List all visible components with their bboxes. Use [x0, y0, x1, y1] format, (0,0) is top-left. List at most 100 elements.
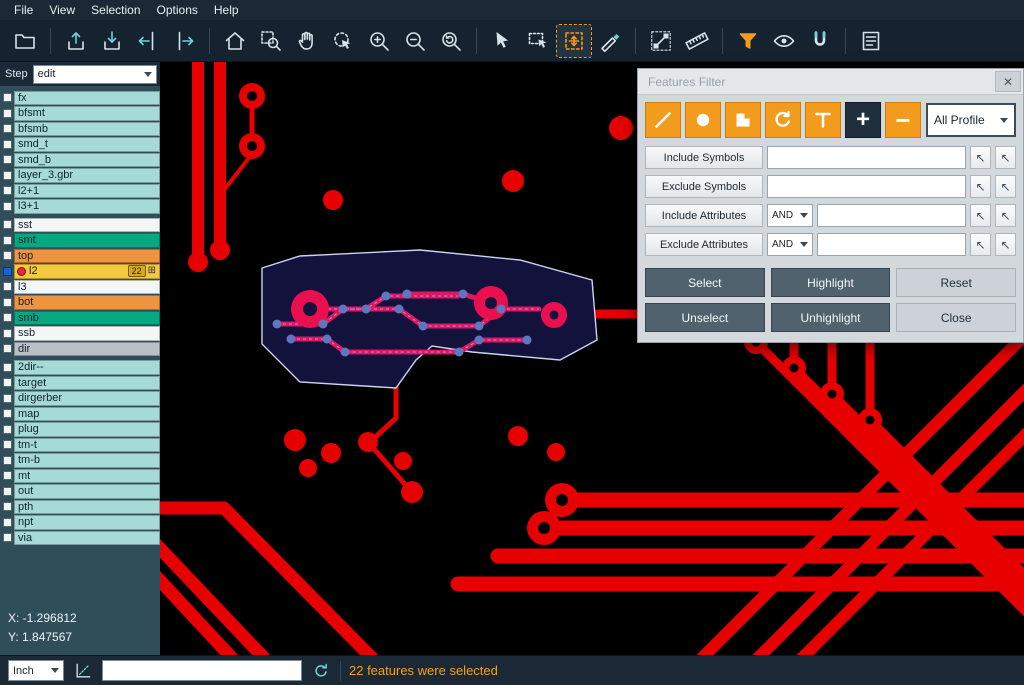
layer-row-tm-b[interactable]: tm-b	[0, 453, 160, 469]
layer-row-npt[interactable]: npt	[0, 515, 160, 531]
layer-checkbox[interactable]	[3, 409, 12, 418]
layer-band[interactable]: l3+1	[14, 199, 160, 214]
unhighlight-button[interactable]: Unhighlight	[771, 303, 891, 332]
menu-help[interactable]: Help	[206, 1, 247, 19]
layer-checkbox[interactable]	[3, 124, 12, 133]
include-symbols-input[interactable]	[767, 146, 966, 169]
layer-row-map[interactable]: map	[0, 406, 160, 422]
layer-band[interactable]: bot	[14, 295, 160, 310]
text-tool-button[interactable]	[805, 102, 841, 138]
layer-row-bfsmb[interactable]: bfsmb	[0, 121, 160, 137]
layer-checkbox[interactable]	[3, 251, 12, 260]
layer-band[interactable]: smd_b	[14, 153, 160, 168]
layer-row-via[interactable]: via	[0, 530, 160, 546]
export-right-icon[interactable]	[167, 25, 201, 57]
zoom-in-icon[interactable]	[362, 25, 396, 57]
export-up-icon[interactable]	[59, 25, 93, 57]
unit-dropdown[interactable]: Inch	[8, 660, 64, 681]
layer-row-top[interactable]: top	[0, 248, 160, 264]
layer-checkbox[interactable]	[3, 171, 12, 180]
layer-checkbox[interactable]	[3, 313, 12, 322]
layer-band[interactable]: out	[14, 484, 160, 499]
lasso-select-icon[interactable]	[326, 25, 360, 57]
layer-checkbox[interactable]	[3, 220, 12, 229]
include-symbols-label-button[interactable]: Include Symbols	[645, 146, 763, 169]
layer-row-l2[interactable]: l222⊞	[0, 264, 160, 280]
import-left-icon[interactable]	[131, 25, 165, 57]
exclude-attributes-and-dropdown[interactable]: AND	[767, 233, 813, 256]
layer-row-out[interactable]: out	[0, 484, 160, 500]
layer-band[interactable]: dir	[14, 342, 160, 357]
exclude-attributes-input[interactable]	[817, 233, 966, 256]
surface-tool-button[interactable]	[725, 102, 761, 138]
layer-row-2dir--[interactable]: 2dir--	[0, 360, 160, 376]
report-icon[interactable]	[854, 25, 888, 57]
layer-row-l2+1[interactable]: l2+1	[0, 183, 160, 199]
layer-checkbox[interactable]	[3, 344, 12, 353]
remove-filter-button[interactable]: −	[885, 102, 921, 138]
pick-multi-arrow-button[interactable]: ↖	[995, 146, 1016, 169]
menu-file[interactable]: File	[6, 1, 41, 19]
layer-row-mt[interactable]: mt	[0, 468, 160, 484]
include-attributes-label-button[interactable]: Include Attributes	[645, 204, 763, 227]
layer-checkbox[interactable]	[3, 502, 12, 511]
layer-band[interactable]: l222⊞	[14, 264, 160, 279]
import-down-icon[interactable]	[95, 25, 129, 57]
layer-checkbox[interactable]	[3, 456, 12, 465]
menu-options[interactable]: Options	[149, 1, 206, 19]
menu-selection[interactable]: Selection	[83, 1, 148, 19]
layer-row-smd_t[interactable]: smd_t	[0, 137, 160, 153]
pick-single-arrow-button[interactable]: ↖	[970, 175, 991, 198]
home-icon[interactable]	[218, 25, 252, 57]
pick-multi-arrow-button[interactable]: ↖	[995, 204, 1016, 227]
layer-row-ssb[interactable]: ssb	[0, 326, 160, 342]
layer-checkbox[interactable]	[3, 394, 12, 403]
grid-icon[interactable]: ⊞	[148, 266, 156, 276]
layer-checkbox[interactable]	[3, 155, 12, 164]
pointer-icon[interactable]	[485, 25, 519, 57]
layer-band[interactable]: smt	[14, 233, 160, 248]
layer-row-dirgerber[interactable]: dirgerber	[0, 391, 160, 407]
layer-band[interactable]: map	[14, 407, 160, 422]
layer-row-tm-t[interactable]: tm-t	[0, 437, 160, 453]
line-tool-button[interactable]	[645, 102, 681, 138]
layer-band[interactable]: ssb	[14, 326, 160, 341]
exclude-symbols-input[interactable]	[767, 175, 966, 198]
profile-dropdown[interactable]: All Profile	[926, 103, 1016, 137]
pick-multi-arrow-button[interactable]: ↖	[995, 233, 1016, 256]
layer-row-target[interactable]: target	[0, 375, 160, 391]
layer-checkbox[interactable]	[3, 378, 12, 387]
layer-checkbox[interactable]	[3, 518, 12, 527]
exclude-symbols-label-button[interactable]: Exclude Symbols	[645, 175, 763, 198]
layer-row-fx[interactable]: fx	[0, 90, 160, 106]
layer-band[interactable]: smd_t	[14, 137, 160, 152]
layer-checkbox[interactable]	[3, 425, 12, 434]
pick-single-arrow-button[interactable]: ↖	[970, 204, 991, 227]
layer-band[interactable]: tm-b	[14, 453, 160, 468]
filter-funnel-icon[interactable]	[731, 25, 765, 57]
pan-hand-icon[interactable]	[290, 25, 324, 57]
layer-band[interactable]: tm-t	[14, 438, 160, 453]
layer-row-sst[interactable]: sst	[0, 217, 160, 233]
dialog-close-button[interactable]: ✕	[995, 71, 1021, 92]
layer-band[interactable]: mt	[14, 469, 160, 484]
layer-row-layer_3.gbr[interactable]: layer_3.gbr	[0, 168, 160, 184]
layer-row-bot[interactable]: bot	[0, 295, 160, 311]
dialog-title-bar[interactable]: Features Filter ✕	[638, 69, 1023, 95]
layer-checkbox[interactable]	[3, 186, 12, 195]
step-dropdown[interactable]: edit	[33, 65, 157, 84]
layer-row-smt[interactable]: smt	[0, 233, 160, 249]
exclude-attributes-label-button[interactable]: Exclude Attributes	[645, 233, 763, 256]
zoom-out-icon[interactable]	[398, 25, 432, 57]
layer-row-bfsmt[interactable]: bfsmt	[0, 106, 160, 122]
select-button[interactable]: Select	[645, 268, 765, 297]
layer-band[interactable]: npt	[14, 515, 160, 530]
layer-band[interactable]: via	[14, 531, 160, 546]
pick-single-arrow-button[interactable]: ↖	[970, 233, 991, 256]
layer-row-pth[interactable]: pth	[0, 499, 160, 515]
layer-checkbox[interactable]	[3, 109, 12, 118]
layer-checkbox[interactable]	[3, 329, 12, 338]
layer-row-dir[interactable]: dir	[0, 341, 160, 357]
layer-checkbox[interactable]	[3, 471, 12, 480]
layer-row-plug[interactable]: plug	[0, 422, 160, 438]
